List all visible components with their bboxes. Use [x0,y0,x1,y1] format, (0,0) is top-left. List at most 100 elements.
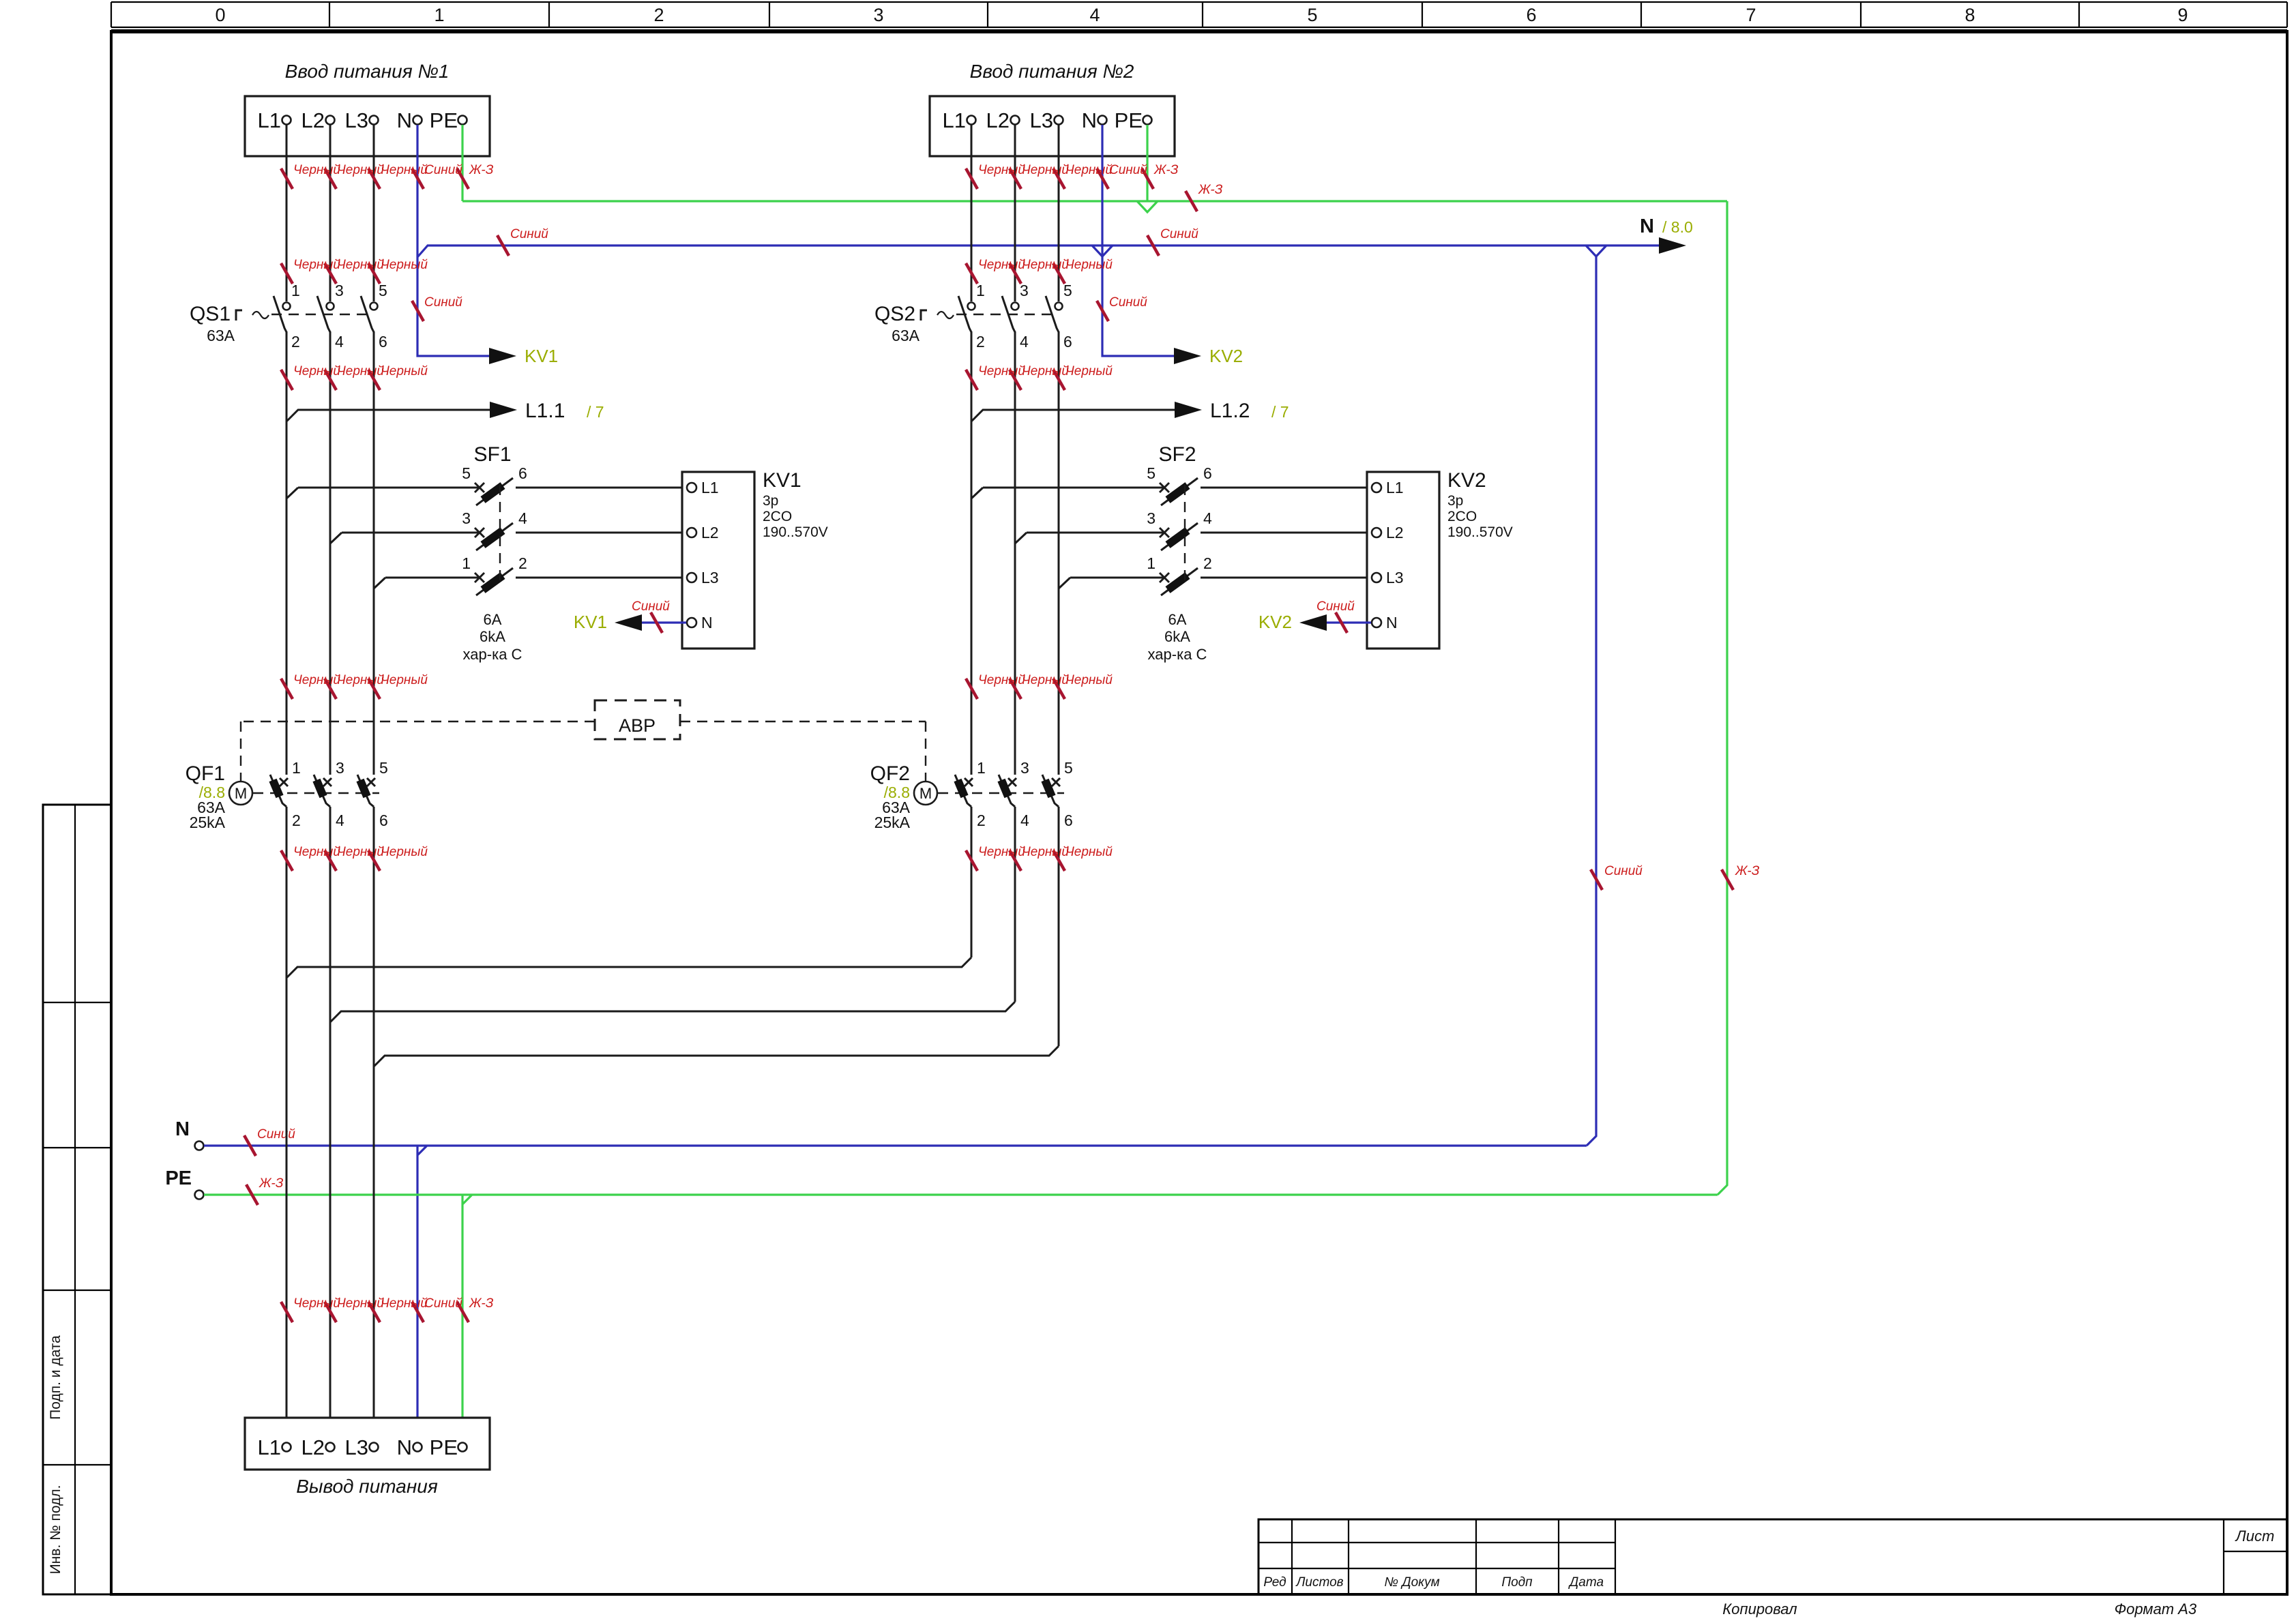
avr-label: АВР [619,715,656,736]
title-col-listov: Листов [1295,1575,1343,1590]
wire-color-label: Синий [1316,599,1355,614]
kv-terminal: L3 [701,569,719,586]
net-sheet-ref: / 8.0 [1662,218,1693,236]
wire-color-label: Черный [381,845,428,859]
qf-breaking: 25kA [874,814,911,831]
pole-number: 5 [462,464,471,482]
wire-color-label: Черный [337,845,384,859]
wire-color-label: Черный [337,258,384,272]
wire-color-label: Черный [293,163,340,177]
drawing-sheet: 0 1 2 3 4 5 6 7 8 9 Подп. и дата Инв. № … [0,0,2296,1623]
wire-color-label: Черный [337,1296,384,1311]
wire-color-label: Черный [1065,673,1113,687]
pole-number: 6 [518,464,527,482]
line-net-sheet-ref: / 7 [587,403,604,421]
sheet-label: Лист [2235,1528,2275,1545]
pole-number: 2 [291,333,300,351]
ruler-number: 7 [1746,5,1756,25]
wire-color-label: Ж-З [1153,163,1179,177]
terminal-label: L1 [258,1435,281,1459]
wire-color-label: Синий [424,163,462,177]
ruler: 0 1 2 3 4 5 6 7 8 9 [111,2,2287,31]
wire-color-label: Черный [1065,845,1113,859]
kv-spec: 190..570V [763,524,828,540]
sf-spec: хар-ка С [1148,646,1207,663]
kv-coil-ref: KV1 [525,346,558,366]
kv-spec: 3p [1447,493,1463,509]
ruler-number: 1 [434,5,444,25]
qs-name: QS1 [190,303,231,325]
line-net-ref: L1.1 [525,400,565,422]
pole-number: 3 [335,282,344,299]
copied-label: Копировал [1722,1600,1797,1618]
wire-color-label: Черный [337,163,384,177]
wire-color-label: Черный [293,364,340,378]
ruler-number: 2 [653,5,664,25]
sf-name: SF2 [1158,443,1196,466]
ruler-number: 3 [873,5,883,25]
sf-spec: 6A [484,611,502,628]
kv-spec: 190..570V [1447,524,1513,540]
wire-color-label: Черный [293,258,340,272]
pole-number: 1 [1147,554,1156,572]
terminal-label: L2 [301,108,325,132]
title-col-red: Ред [1263,1575,1286,1590]
pole-number: 5 [379,759,388,777]
terminal-label-pe: PE [165,1167,192,1189]
pole-number: 5 [1147,464,1156,482]
wire-color-label: Синий [424,1296,462,1311]
net-label-n: N [1640,215,1654,237]
pole-number: 4 [518,509,527,527]
qf-name: QF1 [186,762,225,785]
schematic-canvas: 0 1 2 3 4 5 6 7 8 9 Подп. и дата Инв. № … [0,0,2296,1623]
pole-number: 4 [336,812,344,829]
wire-color-label: Черный [381,673,428,687]
input-title: Ввод питания №1 [285,61,450,82]
motor-symbol: M [919,785,932,802]
pole-number: 1 [462,554,471,572]
wire-color-label: Черный [978,364,1025,378]
kv-terminal: L2 [1386,524,1404,541]
wire-color-label: Ж-З [1198,183,1223,197]
wire-color-label: Черный [1022,163,1069,177]
pole-number: 1 [976,282,985,299]
pole-number: 6 [1203,464,1212,482]
wire-color-label: Ж-З [469,163,494,177]
title-col-data: Дата [1568,1575,1604,1590]
ruler-number: 0 [215,5,225,25]
ruler-number: 9 [2177,5,2188,25]
format-label: Формат А3 [2115,1600,2197,1618]
terminal-label: L3 [1030,108,1053,132]
pole-number: 2 [292,812,301,829]
pole-number: 3 [1020,282,1029,299]
wire-color-label: Черный [1022,673,1069,687]
wire-color-label: Черный [1065,258,1113,272]
sf-spec: 6kA [1164,628,1190,645]
title-block: Ред Листов № Докум Подп Дата Лист Копиро… [1259,1519,2287,1618]
qf-breaking: 25kA [190,814,226,831]
pole-number: 4 [1020,333,1029,351]
input2-labels: Ввод питания №2 L1 L2 L3 N PE Черный Чер… [870,61,1513,859]
wire-color-label: Синий [510,227,548,241]
kv-spec: 2CO [1447,509,1477,524]
pole-number: 3 [462,509,471,527]
input2-geometry [914,96,1439,948]
pole-number: 5 [379,282,387,299]
wire-color-label: Черный [293,1296,340,1311]
wire-color-label: Синий [1160,227,1198,241]
avr-controller: АВР [241,700,926,739]
kv-terminal: L1 [1386,479,1404,496]
terminal-label: L2 [301,1435,325,1459]
wire-color-label: Ж-З [1735,864,1760,878]
pole-number: 2 [977,812,986,829]
sf-spec: 6A [1168,611,1187,628]
wire-color-label: Черный [978,673,1025,687]
wire-color-label: Черный [381,163,428,177]
wire-color-label: Черный [381,258,428,272]
wire-color-label: Черный [381,1296,428,1311]
pole-number: 6 [1064,812,1073,829]
wire-color-label: Черный [978,258,1025,272]
wire-color-label: Черный [1022,845,1069,859]
terminal-label-n: N [175,1118,190,1140]
kv-coil-ref: KV2 [1259,612,1292,632]
